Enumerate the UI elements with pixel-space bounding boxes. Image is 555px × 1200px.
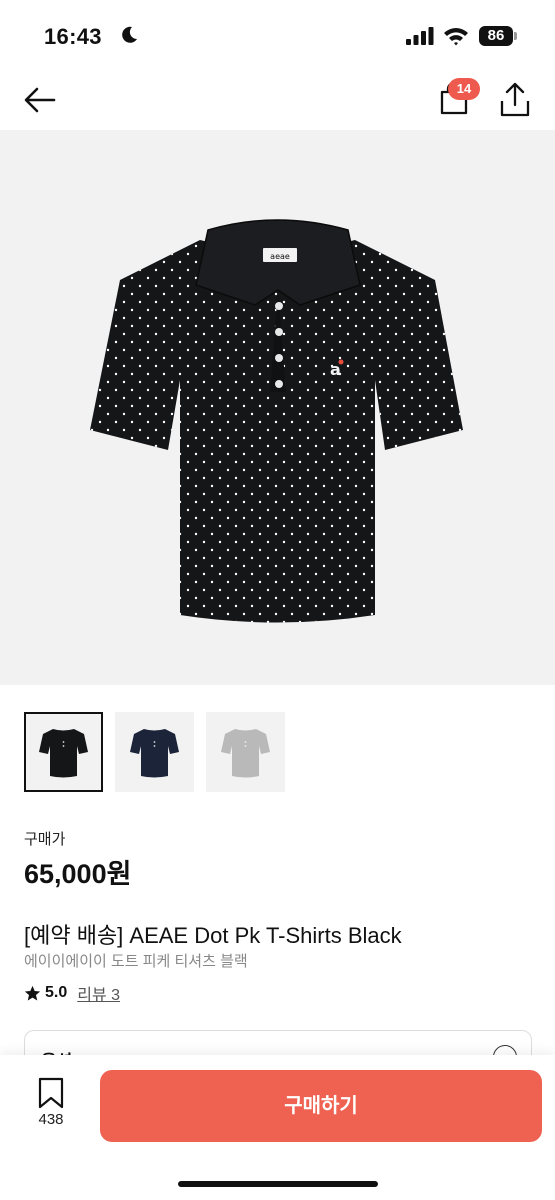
back-arrow-icon[interactable]: [22, 82, 58, 118]
product-subtitle: 에이이에이이 도트 피케 티셔츠 블랙: [24, 953, 248, 970]
thumbnail-gray[interactable]: [206, 712, 285, 792]
wishlist-button[interactable]: 438: [26, 1077, 76, 1137]
thumbnail-navy[interactable]: [115, 712, 194, 792]
status-time: 16:43: [44, 24, 102, 49]
bottom-action-bar: 438 구매하기: [0, 1055, 555, 1200]
wifi-icon: [444, 28, 468, 46]
status-bar: 16:43 86: [0, 0, 555, 70]
cart-count-badge: 14: [448, 78, 480, 100]
price-value: 65,000원: [24, 859, 132, 889]
product-title: [예약 배송] AEAE Dot Pk T-Shirts Black: [24, 923, 402, 948]
rating-row: 5.0 리뷰 3: [24, 982, 120, 1004]
product-image[interactable]: aeae a: [0, 130, 555, 685]
home-indicator: [178, 1181, 378, 1187]
rating-value: 5.0: [45, 984, 68, 1001]
svg-text:aeae: aeae: [270, 252, 290, 261]
battery-icon: 86: [479, 26, 517, 46]
star-icon: [24, 985, 41, 1000]
signal-icon: [406, 27, 434, 45]
polo-shirt-illustration: aeae a: [90, 219, 463, 623]
thumbnail-black[interactable]: [24, 712, 103, 792]
share-icon[interactable]: [498, 82, 532, 118]
top-nav: 14: [0, 70, 555, 130]
review-link[interactable]: 리뷰 3: [77, 981, 120, 1005]
bookmark-icon: [38, 1077, 64, 1109]
battery-level: 86: [479, 26, 513, 46]
wishlist-count: 438: [38, 1111, 64, 1128]
moon-icon: [122, 26, 137, 43]
price-label: 구매가: [24, 831, 66, 848]
buy-button[interactable]: 구매하기: [100, 1070, 542, 1142]
